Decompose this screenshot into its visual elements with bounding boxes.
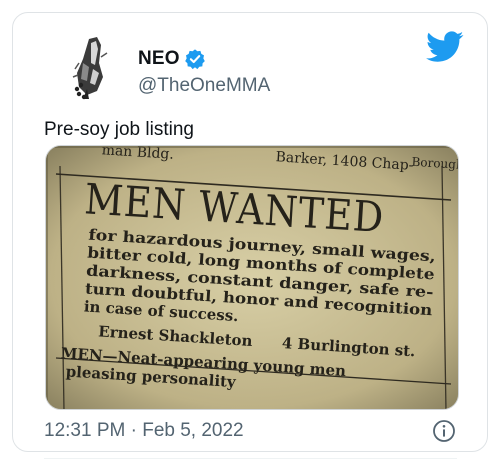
avatar[interactable] bbox=[57, 33, 127, 103]
info-icon[interactable] bbox=[432, 419, 456, 443]
tweet-media-image[interactable]: man Bldg. Barker, 1408 Chap- Borough. ME… bbox=[45, 145, 459, 410]
user-handle[interactable]: @TheOneMMA bbox=[138, 75, 270, 97]
twitter-bird-icon[interactable] bbox=[426, 31, 464, 63]
tweet-text: Pre-soy job listing bbox=[44, 119, 194, 140]
newspaper-clipping: man Bldg. Barker, 1408 Chap- Borough. ME… bbox=[46, 146, 458, 409]
tweet-timestamp[interactable]: 12:31 PM · Feb 5, 2022 bbox=[44, 420, 244, 442]
display-name[interactable]: NEO bbox=[138, 48, 180, 70]
praying-hands-icon bbox=[57, 33, 127, 103]
name-row: NEO bbox=[138, 48, 206, 70]
verified-badge-icon bbox=[184, 49, 205, 70]
tweet-card: NEO @TheOneMMA Pre-soy job listing man B… bbox=[12, 12, 488, 459]
